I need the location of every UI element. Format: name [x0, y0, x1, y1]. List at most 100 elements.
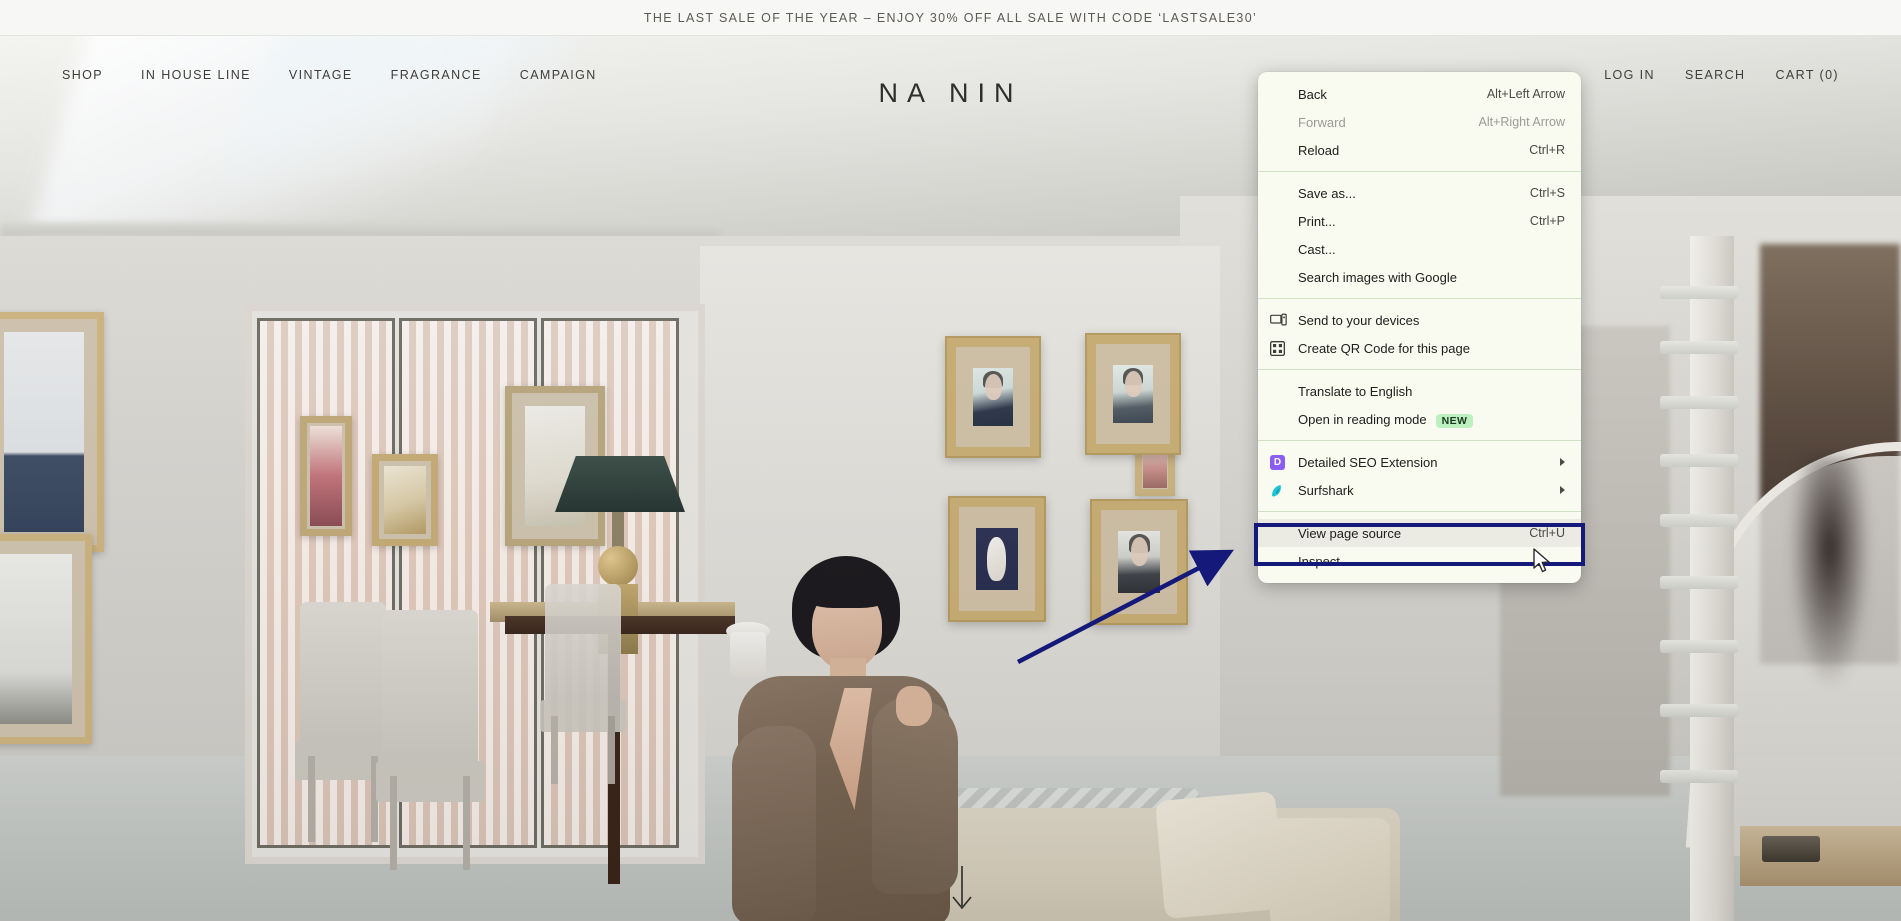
menu-item-shortcut: Ctrl+P [1529, 214, 1565, 228]
menu-item-inspect[interactable]: Inspect [1258, 547, 1581, 575]
surfshark-icon [1270, 481, 1292, 499]
portrait-frame [1090, 499, 1188, 625]
menu-item-label: Translate to English [1298, 383, 1413, 399]
brand-logo[interactable]: NA NIN [0, 78, 1901, 109]
primary-nav: SHOP IN HOUSE LINE VINTAGE FRAGRANCE CAM… [62, 68, 597, 82]
menu-item-label: Search images with Google [1298, 269, 1457, 285]
stair-tread [1660, 341, 1738, 354]
model-fringe [800, 566, 894, 608]
announcement-text: THE LAST SALE OF THE YEAR – ENJOY 30% OF… [643, 10, 1258, 25]
menu-item-label: View page source [1298, 525, 1402, 541]
menu-item-label: Save as... [1298, 185, 1356, 201]
menu-item-search-images-with-google[interactable]: Search images with Google [1258, 263, 1581, 291]
nav-item-log-in[interactable]: LOG IN [1604, 68, 1655, 82]
menu-separator [1258, 511, 1581, 512]
menu-item-shortcut: Alt+Right Arrow [1478, 115, 1566, 129]
announcement-bar: THE LAST SALE OF THE YEAR – ENJOY 30% OF… [0, 0, 1901, 36]
qr-code-icon [1270, 339, 1292, 357]
menu-item-reload[interactable]: Reload Ctrl+R [1258, 136, 1581, 164]
menu-item-label: Open in reading mode NEW [1298, 412, 1565, 428]
menu-item-label: Send to your devices [1298, 312, 1420, 328]
menu-icon-placeholder [1270, 240, 1292, 258]
framed-artwork [372, 454, 438, 546]
framed-artwork [0, 534, 92, 744]
framed-artwork [0, 312, 104, 552]
site-navigation: SHOP IN HOUSE LINE VINTAGE FRAGRANCE CAM… [0, 36, 1901, 114]
menu-item-label: Detailed SEO Extension [1298, 454, 1438, 470]
stair-tread [1660, 640, 1738, 653]
table-lamp-shade [555, 456, 685, 512]
menu-item-open-in-reading-mode[interactable]: Open in reading mode NEW [1258, 405, 1581, 433]
sofa-cushion [1270, 818, 1390, 921]
menu-item-label: Back [1298, 86, 1327, 102]
menu-item-save-as[interactable]: Save as... Ctrl+S [1258, 179, 1581, 207]
menu-item-print[interactable]: Print... Ctrl+P [1258, 207, 1581, 235]
menu-item-label: Print... [1298, 213, 1336, 229]
model-sleeve-left [732, 726, 816, 921]
menu-item-back[interactable]: Back Alt+Left Arrow [1258, 80, 1581, 108]
menu-icon-placeholder [1270, 141, 1292, 159]
menu-separator [1258, 298, 1581, 299]
stair-tread [1660, 576, 1738, 589]
menu-separator [1258, 171, 1581, 172]
menu-icon-placeholder [1270, 410, 1292, 428]
dining-chair [294, 602, 392, 842]
stair-tread [1660, 396, 1738, 409]
stair-tread [1660, 770, 1738, 783]
seo-extension-icon: D [1270, 454, 1285, 470]
background-silhouette [1790, 456, 1870, 686]
menu-item-shortcut: Ctrl+S [1529, 186, 1565, 200]
devices-icon [1270, 311, 1292, 329]
nav-item-cart[interactable]: CART (0) [1775, 68, 1839, 82]
menu-item-shortcut: Ctrl+R [1529, 143, 1565, 157]
nav-item-in-house-line[interactable]: IN HOUSE LINE [141, 68, 251, 82]
menu-icon-placeholder [1270, 552, 1292, 570]
dining-chair [376, 610, 484, 870]
menu-item-surfshark[interactable]: Surfshark [1258, 476, 1581, 504]
ledge-object [1762, 836, 1820, 862]
menu-item-detailed-seo-extension[interactable]: D Detailed SEO Extension [1258, 448, 1581, 476]
model-figure [730, 536, 960, 921]
menu-separator [1258, 369, 1581, 370]
arrow-down-icon[interactable] [950, 866, 974, 912]
table-lamp-globe [598, 546, 638, 586]
utility-nav: LOG IN SEARCH CART (0) [1604, 68, 1839, 82]
portrait-frame [948, 496, 1046, 622]
sofa-cushion [1155, 790, 1285, 920]
menu-icon-placeholder [1270, 184, 1292, 202]
nav-item-shop[interactable]: SHOP [62, 68, 103, 82]
menu-icon-placeholder [1270, 85, 1292, 103]
portrait-frame [1085, 333, 1181, 455]
chevron-right-icon [1560, 458, 1565, 466]
model-hand [896, 686, 932, 726]
menu-icon-placeholder [1270, 382, 1292, 400]
framed-artwork [300, 416, 352, 536]
menu-item-forward: Forward Alt+Right Arrow [1258, 108, 1581, 136]
hero-campaign-image [0, 36, 1901, 921]
menu-item-shortcut: Alt+Left Arrow [1486, 87, 1565, 101]
menu-icon-placeholder [1270, 212, 1292, 230]
menu-item-view-page-source[interactable]: View page source Ctrl+U [1258, 519, 1581, 547]
menu-item-cast[interactable]: Cast... [1258, 235, 1581, 263]
menu-item-shortcut: Ctrl+U [1529, 526, 1565, 540]
stair-tread [1660, 454, 1738, 467]
menu-item-create-qr-code-for-this-page[interactable]: Create QR Code for this page [1258, 334, 1581, 362]
menu-item-label: Surfshark [1298, 482, 1354, 498]
nav-item-search[interactable]: SEARCH [1685, 68, 1746, 82]
menu-icon-placeholder [1270, 524, 1292, 542]
seo-extension-icon: D [1270, 453, 1292, 471]
menu-item-translate-to-english[interactable]: Translate to English [1258, 377, 1581, 405]
nav-item-campaign[interactable]: CAMPAIGN [520, 68, 597, 82]
nav-item-fragrance[interactable]: FRAGRANCE [391, 68, 482, 82]
menu-icon-placeholder [1270, 268, 1292, 286]
menu-item-label: Create QR Code for this page [1298, 340, 1470, 356]
browser-context-menu[interactable]: Back Alt+Left Arrow Forward Alt+Right Arrow… [1258, 72, 1581, 583]
chevron-right-icon [1560, 486, 1565, 494]
stair-tread [1660, 514, 1738, 527]
dining-chair [540, 584, 626, 784]
portrait-frame [945, 336, 1041, 458]
nav-item-vintage[interactable]: VINTAGE [289, 68, 353, 82]
menu-item-label: Cast... [1298, 241, 1336, 257]
menu-icon-placeholder [1270, 113, 1292, 131]
menu-item-send-to-your-devices[interactable]: Send to your devices [1258, 306, 1581, 334]
